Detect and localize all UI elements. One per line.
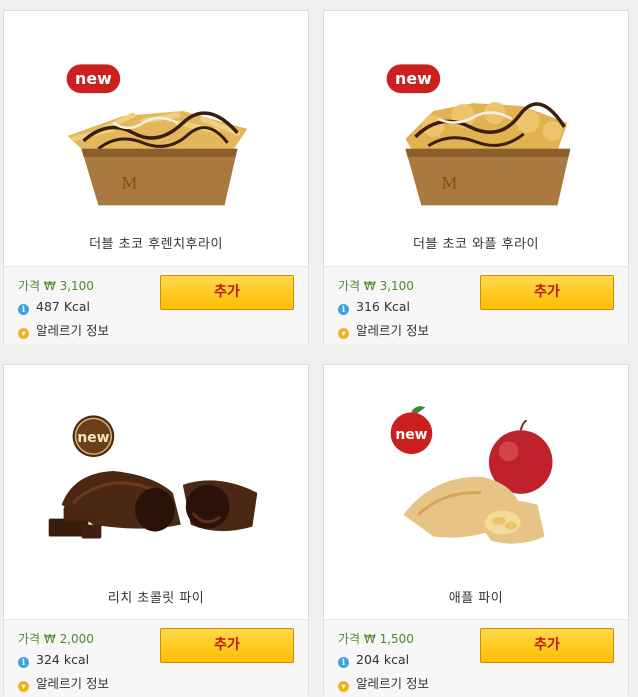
info-icon: i	[338, 657, 349, 668]
product-image-area[interactable]: new M 더블 초코 후렌치후라이	[4, 11, 308, 266]
add-button[interactable]: 추가	[160, 628, 294, 663]
info-icon: i	[18, 304, 29, 315]
product-card[interactable]: new 리치 초콜릿 파이 가격 ₩ 2,000 i 324 kcal ▾ 알레르기…	[3, 364, 309, 697]
product-info: 가격 ₩ 3,100 i 487 Kcal ▾ 알레르기 정보 추가	[4, 266, 308, 344]
waffle-fries-topping	[405, 102, 568, 153]
svg-text:new: new	[75, 69, 112, 88]
svg-text:M: M	[441, 174, 457, 193]
chocolate-pie	[48, 470, 258, 539]
allergy-info-link[interactable]: ▾ 알레르기 정보	[338, 320, 429, 339]
svg-text:new: new	[395, 427, 427, 443]
allergy-info-link[interactable]: ▾ 알레르기 정보	[338, 673, 429, 692]
svg-text:M: M	[121, 174, 137, 193]
add-button[interactable]: 추가	[480, 628, 614, 663]
add-button[interactable]: 추가	[160, 275, 294, 310]
wheat-icon: ▾	[18, 328, 29, 339]
product-image-area[interactable]: new 애플 파이	[324, 365, 628, 619]
svg-text:new: new	[395, 69, 432, 88]
product-price: 가격 ₩ 3,100	[338, 279, 414, 293]
calories: i 316 Kcal	[338, 299, 410, 315]
product-name: 더블 초코 후렌치후라이	[89, 237, 223, 252]
wheat-icon: ▾	[338, 328, 349, 339]
wheat-icon: ▾	[338, 681, 349, 692]
apple-pie-image: new	[390, 406, 553, 544]
fries-topping	[67, 111, 248, 151]
product-info: 가격 ₩ 2,000 i 324 kcal ▾ 알레르기 정보 추가	[4, 619, 308, 697]
svg-text:new: new	[77, 430, 109, 446]
calories: i 204 kcal	[338, 652, 409, 668]
product-name: 리치 초콜릿 파이	[107, 591, 205, 606]
fries-box	[81, 148, 238, 206]
product-info: 가격 ₩ 3,100 i 316 Kcal ▾ 알레르기 정보 추가	[324, 266, 628, 344]
product-price: 가격 ₩ 3,100	[18, 279, 94, 293]
product-name: 애플 파이	[448, 591, 504, 606]
product-card[interactable]: new M 더블 초코 와플 후라이 가격 ₩ 3,100 i 316 Kcal …	[323, 10, 629, 344]
product-name: 더블 초코 와플 후라이	[412, 237, 540, 252]
rich-chocolate-pie-image: new	[48, 415, 258, 539]
info-icon: i	[338, 304, 349, 315]
product-image-area[interactable]: new M 더블 초코 와플 후라이	[324, 11, 628, 266]
product-card[interactable]: new M 더블 초코 후렌치후라이 가격 ₩ 3,100 i 487 Kcal …	[3, 10, 309, 344]
info-icon: i	[18, 657, 29, 668]
product-price: 가격 ₩ 1,500	[338, 632, 414, 646]
double-choco-waffle-fries-image: new M	[386, 64, 571, 206]
allergy-info-link[interactable]: ▾ 알레르기 정보	[18, 673, 109, 692]
product-image-area[interactable]: new 리치 초콜릿 파이	[4, 365, 308, 619]
calories: i 487 Kcal	[18, 299, 90, 315]
product-price: 가격 ₩ 2,000	[18, 632, 94, 646]
allergy-info-link[interactable]: ▾ 알레르기 정보	[18, 320, 109, 339]
calories: i 324 kcal	[18, 652, 89, 668]
wheat-icon: ▾	[18, 681, 29, 692]
product-info: 가격 ₩ 1,500 i 204 kcal ▾ 알레르기 정보 추가	[324, 619, 628, 697]
double-choco-fries-image: new M	[66, 64, 248, 206]
add-button[interactable]: 추가	[480, 275, 614, 310]
product-card[interactable]: new 애플 파이 가격 ₩ 1,500 i 204 kcal ▾ 알레르기 정보 …	[323, 364, 629, 697]
fries-box	[405, 148, 571, 206]
